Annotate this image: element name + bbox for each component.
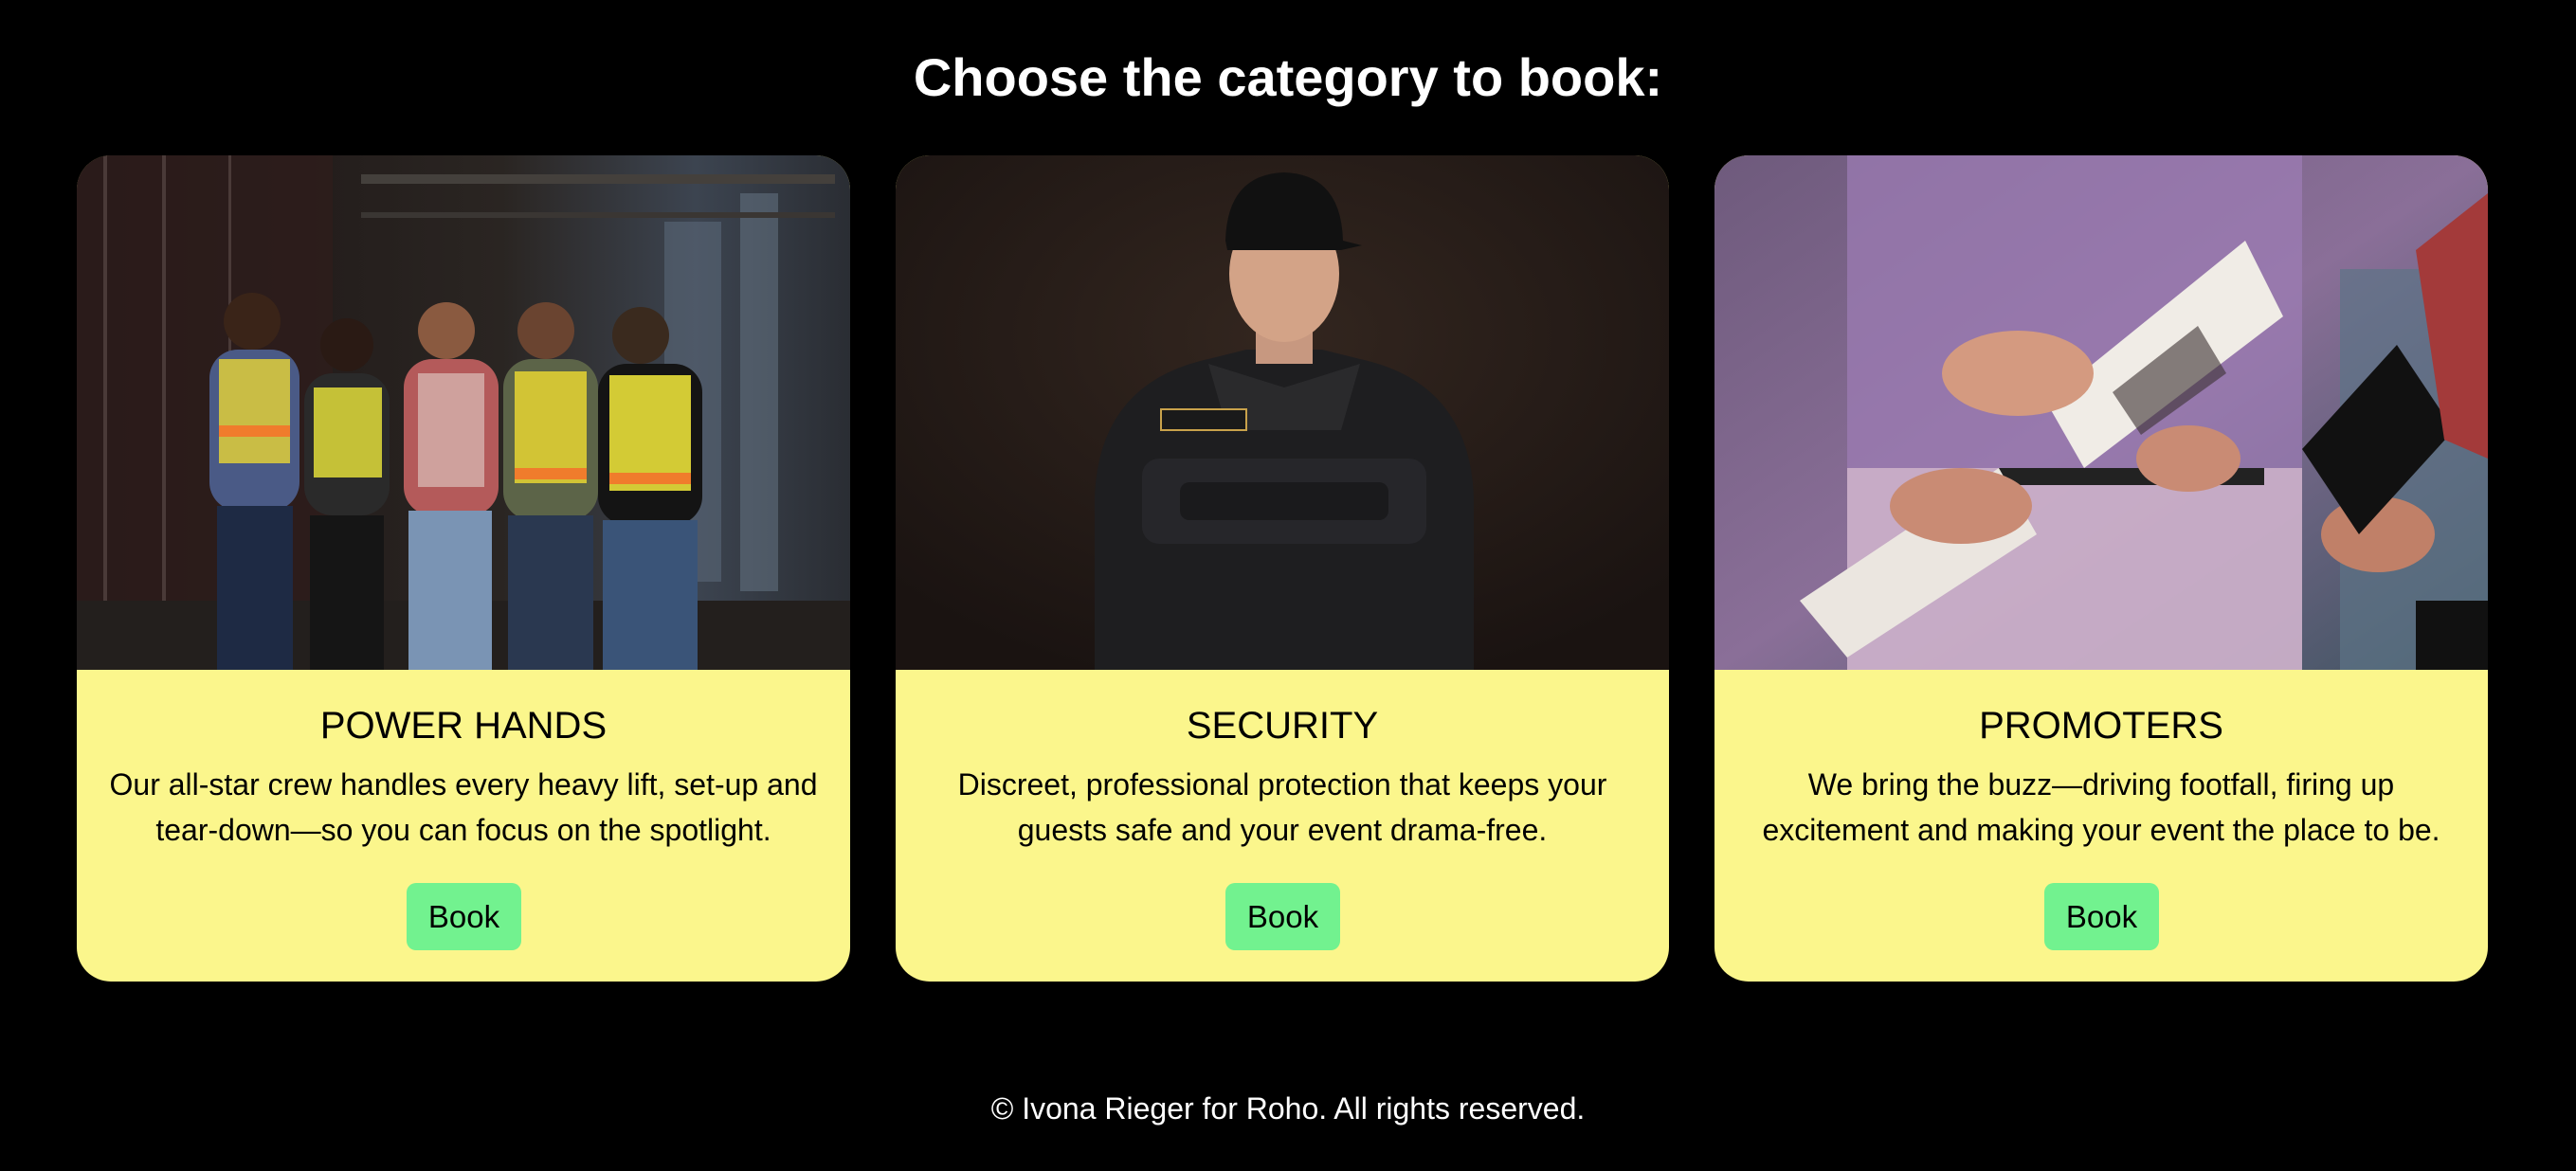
card-description: Discreet, professional protection that k… [957,767,1607,847]
book-security-button[interactable]: Book [1225,883,1340,950]
card-description: Our all-star crew handles every heavy li… [109,767,818,847]
page-title: Choose the category to book: [913,47,1663,107]
security-photo [896,155,1669,670]
card-title: POWER HANDS [319,705,608,747]
promoters-photo [1714,155,2488,670]
book-power-hands-button[interactable]: Book [407,883,521,950]
footer-copyright: © Ivona Rieger for Roho. All rights rese… [990,1091,1586,1126]
category-card-promoters: PROMOTERS We bring the buzz—driving foot… [1714,155,2488,982]
power-hands-photo [77,155,850,670]
category-card-security: SECURITY Discreet, professional protecti… [896,155,1669,982]
category-card-power-hands: POWER HANDS Our all-star crew handles ev… [77,155,850,982]
book-promoters-button[interactable]: Book [2044,883,2159,950]
card-title: SECURITY [1186,705,1379,747]
card-title: PROMOTERS [1979,705,2223,747]
card-description: We bring the buzz—driving footfall, firi… [1762,767,2440,847]
category-cards: POWER HANDS Our all-star crew handles ev… [77,155,2490,982]
